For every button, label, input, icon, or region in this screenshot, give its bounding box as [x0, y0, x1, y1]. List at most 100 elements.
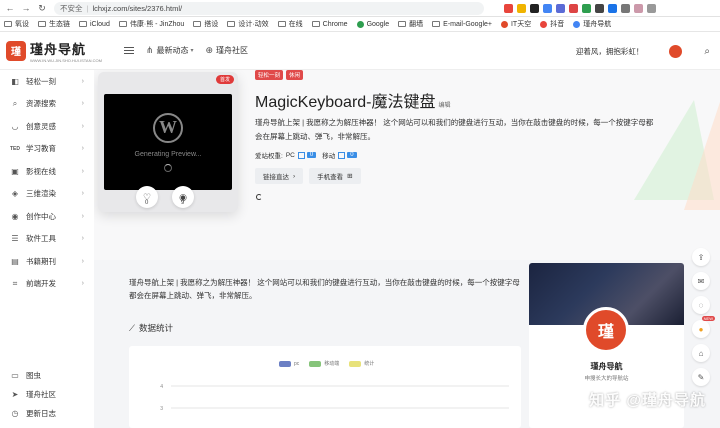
nav-community[interactable]: ⊕ 瑾舟社区 — [205, 45, 248, 56]
forward-icon[interactable]: → — [20, 2, 32, 14]
sidebar-item[interactable]: TED 学习教育 › — [0, 138, 94, 161]
bookmark-item[interactable]: E-mail-Google+ — [432, 21, 492, 28]
hot-button[interactable]: ● NEW — [692, 316, 715, 338]
extension-icon[interactable] — [504, 3, 513, 13]
browser-toolbar: ← → ↻ 不安全 | lchxjz.com/sites/2376.html/ — [0, 0, 720, 17]
bookmark-item[interactable]: Chrome — [311, 21, 348, 28]
bookmark-item[interactable]: 搭设 — [193, 19, 218, 29]
sidebar-item[interactable]: ⌕ 资源搜索 › — [0, 93, 94, 116]
edit-button[interactable]: ✎ — [692, 368, 710, 386]
mobile-view-button[interactable]: 手机查看 ⊞ — [309, 168, 361, 184]
site-logo[interactable]: 瑾 — [6, 40, 26, 61]
mobile-weight-value: 0 — [347, 152, 357, 158]
chevron-right-icon: › — [81, 122, 84, 130]
sidebar-item[interactable]: ➤ 瑾舟社区 — [0, 385, 94, 404]
address-bar[interactable]: 不安全 | lchxjz.com/sites/2376.html/ — [54, 1, 484, 15]
author-name[interactable]: 瑾舟导航 — [529, 361, 684, 372]
site-weight: 爱站权重: PC 0 移动 0 — [255, 150, 363, 160]
site-logo-title[interactable]: 瑾舟导航 — [30, 39, 102, 58]
url-text: lchxjz.com/sites/2376.html/ — [92, 3, 183, 13]
site-hero: 首发 W Generating Preview... ♡ ◉ 0 9 轻松一刻 … — [94, 70, 720, 260]
site-preview[interactable]: W Generating Preview... — [104, 94, 232, 190]
visit-site-button[interactable]: 链接直达 › — [255, 168, 304, 184]
bookmark-item[interactable]: 伟康·熊 - JinZhou — [118, 19, 184, 29]
extensions-puzzle-icon[interactable] — [621, 3, 630, 13]
bookmark-item[interactable]: iCloud — [79, 21, 110, 28]
chevron-down-icon: ▾ — [190, 48, 194, 54]
tag[interactable]: 轻松一刻 — [255, 70, 284, 80]
page-title: MagicKeyboard-魔法键盘 编辑 — [255, 94, 451, 111]
sidebar-item[interactable]: ▭ 图虫 — [0, 366, 94, 385]
site-favicon-icon — [500, 20, 508, 28]
chevron-right-icon: › — [81, 77, 84, 85]
sidebar-item[interactable]: ◡ 创意灵感 › — [0, 115, 94, 138]
site-favicon-icon — [573, 20, 581, 28]
search-icon[interactable]: ⌕ — [704, 46, 710, 57]
bookmark-item[interactable]: 抖音 — [540, 19, 564, 29]
bookmark-item[interactable]: Google — [356, 20, 389, 28]
y-tick-label: 3 — [160, 406, 163, 412]
sidebar-item[interactable]: ▣ 影视在线 › — [0, 160, 94, 183]
menu-toggle-icon[interactable] — [123, 47, 134, 54]
extension-icon[interactable] — [582, 3, 591, 13]
site-body-text: 瑾舟导航上架 | 我愿称之为解压神器！ 这个网站可以和我们的键盘进行互动，当你在… — [129, 278, 520, 300]
author-subtitle: 申搜长大的导航站 — [584, 376, 629, 382]
wechat-button[interactable]: ✉ — [692, 272, 710, 290]
sidebar-item[interactable]: ◈ 三维渲染 › — [0, 183, 94, 206]
pc-weight-icon — [297, 151, 305, 159]
site-favicon-icon — [356, 20, 364, 28]
sidebar-item-label: 创意灵感 — [26, 121, 56, 131]
share-button[interactable]: ⇪ — [692, 248, 710, 266]
extension-icon[interactable] — [556, 3, 565, 13]
chevron-right-icon: › — [81, 167, 84, 175]
tag[interactable]: 休闲 — [286, 70, 304, 80]
bookmark-item[interactable]: 氧设 — [4, 19, 29, 29]
chart-plot: 43 — [160, 384, 509, 412]
qrcode-icon: ⊞ — [347, 173, 353, 180]
extension-icon[interactable] — [595, 3, 604, 13]
user-avatar[interactable] — [669, 44, 683, 58]
chevron-right-icon: › — [81, 100, 84, 108]
pc-weight-value: 0 — [306, 152, 317, 158]
main-content: 首发 W Generating Preview... ♡ ◉ 0 9 轻松一刻 … — [94, 70, 720, 428]
bookmark-item[interactable]: 翻墙 — [398, 19, 423, 29]
site-logo-subtitle: WWW.IN.WU.JIN.SHO.HUI.ISTAN.COM — [30, 57, 102, 63]
bookmark-item[interactable]: 生态链 — [38, 19, 70, 29]
bookmark-item[interactable]: IT天空 — [500, 19, 531, 29]
extension-icon[interactable] — [530, 3, 539, 13]
bookmark-item[interactable]: 设计·动效 — [227, 19, 269, 29]
edit-link[interactable]: 编辑 — [439, 103, 451, 109]
extension-icon[interactable] — [608, 3, 617, 13]
tag-button[interactable]: ⌂ — [692, 344, 710, 362]
extension-icon[interactable] — [569, 3, 578, 13]
menu-kebab-icon[interactable] — [647, 3, 656, 13]
sidebar-item[interactable]: ⌗ 前端开发 › — [0, 273, 94, 296]
loading-spinner-icon — [164, 163, 172, 172]
preview-status: Generating Preview... — [134, 150, 202, 158]
floating-toolbar: ⇪ ✉ ◌ ● NEW ⌂ ✎ — [690, 248, 715, 386]
profile-avatar-icon[interactable] — [634, 3, 643, 13]
sidebar: ◧ 轻松一刻 › ⌕ 资源搜索 › ◡ 创意灵感 › TED 学习教育 › ▣ 影视在线 › ◈ 三维渲染 › ◉ 创… — [0, 70, 94, 428]
author-avatar[interactable]: 瑾 — [583, 307, 629, 353]
sidebar-item[interactable]: ◷ 更新日志 — [0, 404, 94, 423]
nav-latest[interactable]: ⋔ 最新动态 ▾ — [146, 45, 194, 56]
back-icon[interactable]: ← — [4, 2, 16, 14]
mobile-weight-icon — [338, 151, 346, 159]
sidebar-item[interactable]: ☰ 软件工具 › — [0, 228, 94, 251]
site-tags: 轻松一刻 休闲 — [255, 70, 304, 80]
chart-icon: ⟋ — [129, 322, 135, 333]
sidebar-item[interactable]: ◉ 创作中心 › — [0, 205, 94, 228]
site-description: 瑾舟导航上架 | 我愿称之为解压神器！ 这个网站可以和我们的键盘进行互动，当你在… — [255, 118, 654, 141]
reload-icon[interactable]: ↻ — [36, 2, 48, 14]
wordpress-icon: W — [153, 112, 183, 143]
bookmark-item[interactable]: 在线 — [277, 19, 303, 29]
sidebar-item[interactable]: ◧ 轻松一刻 › — [0, 70, 94, 93]
gamepad-icon: ◧ — [11, 76, 19, 86]
welcome-text: 迎着风，拥抱彩虹！ — [575, 46, 644, 56]
comment-button[interactable]: ◌ — [692, 296, 710, 314]
share-icon: ⋔ — [145, 45, 154, 55]
extension-icon[interactable] — [517, 3, 526, 13]
extension-icon[interactable] — [543, 3, 552, 13]
sidebar-item[interactable]: ▤ 书籍期刊 › — [0, 250, 94, 273]
bookmark-item[interactable]: 瑾舟导航 — [573, 19, 611, 29]
